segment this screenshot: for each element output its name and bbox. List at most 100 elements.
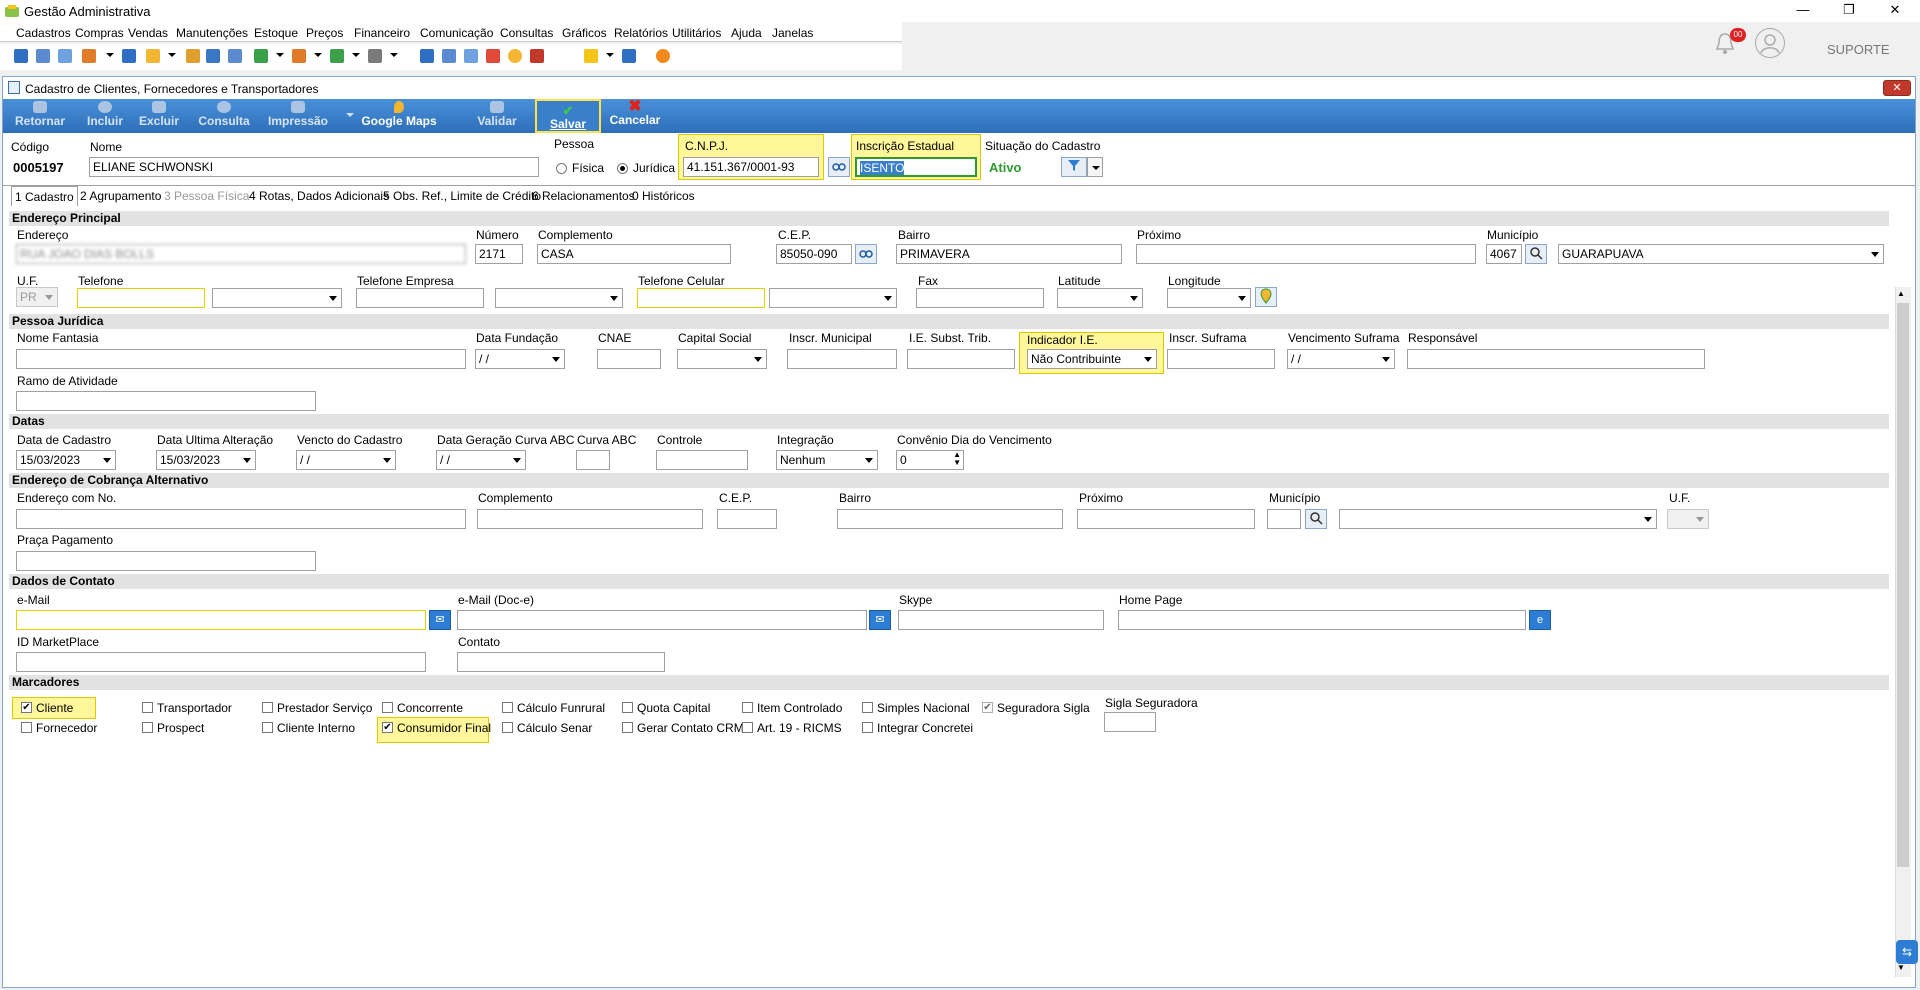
toolbar-schedule-icon[interactable] [486,49,500,63]
quota-capital-checkbox[interactable] [622,702,633,713]
tab-relacionamentos[interactable]: 6 Relacionamentos [529,186,638,206]
ie-subst-input[interactable] [907,349,1015,369]
restore-button[interactable]: ❐ [1826,0,1872,22]
homepage-input[interactable] [1118,610,1526,630]
toolbar-report-icon[interactable] [530,49,544,63]
fax-input[interactable] [916,288,1044,308]
calculo-funrural-checkbox[interactable] [502,702,513,713]
menu-consultas[interactable]: Consultas [500,26,553,40]
gerar-contato-crm-checkbox[interactable] [622,722,633,733]
curva-abc-input[interactable] [576,450,610,470]
simples-nacional-checkbox[interactable] [862,702,873,713]
toolbar-folder-icon[interactable] [146,49,160,63]
tab-pessoa-fisica[interactable]: 3 Pessoa Física [161,186,252,206]
sigla-seguradora-input[interactable] [1104,712,1156,732]
incluir-button[interactable]: Incluir [83,101,127,131]
controle-input[interactable] [656,450,748,470]
toolbar-table-icon[interactable] [442,49,456,63]
proximo-input[interactable] [1136,244,1476,264]
ramo-input[interactable] [16,391,316,411]
data-fundacao-select[interactable]: / / [475,349,565,369]
toolbar-dropdown-icon[interactable] [314,53,322,57]
id-marketplace-input[interactable] [16,652,426,672]
salvar-button[interactable]: ✔ Salvar [535,99,601,133]
juridica-radio[interactable] [617,163,628,174]
minimize-button[interactable]: — [1780,0,1826,22]
ie-input[interactable]: ISENTO [855,157,977,177]
toolbar-list-icon[interactable] [82,49,96,63]
impressao-dropdown-icon[interactable] [346,113,354,117]
fornecedor-checkbox[interactable] [21,722,32,733]
toolbar-power-icon[interactable] [656,49,670,63]
toolbar-card-icon[interactable] [58,49,72,63]
cob-municipio-select[interactable] [1339,509,1657,529]
menu-manutencoes[interactable]: Manutenções [176,26,248,40]
retornar-button[interactable]: Retornar [13,101,67,131]
concorrente-checkbox[interactable] [382,702,393,713]
indicador-ie-select[interactable]: Não Contribuinte [1027,349,1157,369]
cnae-input[interactable] [597,349,661,369]
toolbar-calendar-30-icon[interactable] [464,49,478,63]
menu-janelas[interactable]: Janelas [772,26,813,40]
nome-input[interactable]: ELIANE SCHWONSKI [89,157,539,177]
excluir-button[interactable]: Excluir [137,101,181,131]
cancelar-button[interactable]: ✖ Cancelar [607,99,663,131]
inscr-municipal-input[interactable] [787,349,897,369]
telefone-input[interactable] [77,288,205,308]
situacao-dropdown[interactable] [1087,157,1103,177]
data-curva-select[interactable]: / / [436,450,526,470]
impressao-button[interactable]: Impressão [265,101,331,131]
homepage-open-button[interactable]: e [1529,610,1551,630]
menu-compras[interactable]: Compras [75,26,124,40]
menu-relatorios[interactable]: Relatórios [614,26,668,40]
item-controlado-checkbox[interactable] [742,702,753,713]
toolbar-dropdown-icon[interactable] [352,53,360,57]
close-app-button[interactable]: ✕ [1872,0,1918,22]
menu-graficos[interactable]: Gráficos [562,26,607,40]
cnpj-search-button[interactable] [828,157,850,177]
latitude-select[interactable] [1057,288,1143,308]
cob-bairro-input[interactable] [837,509,1063,529]
validar-button[interactable]: Validar [471,101,523,131]
menu-vendas[interactable]: Vendas [128,26,168,40]
cnpj-input[interactable]: 41.151.367/0001-93 [683,157,819,177]
data-ultima-select[interactable]: 15/03/2023 [156,450,256,470]
consulta-button[interactable]: Consulta [195,101,253,131]
municipio-code-input[interactable]: 4067 [1486,244,1522,264]
convenio-stepper[interactable]: 0 ▲ ▼ [896,450,964,470]
numero-input[interactable]: 2171 [475,244,523,264]
cob-proximo-input[interactable] [1077,509,1255,529]
skype-input[interactable] [898,610,1104,630]
transportador-checkbox[interactable] [142,702,153,713]
stepper-arrows-icon[interactable]: ▲ ▼ [953,451,961,467]
menu-financeiro[interactable]: Financeiro [354,26,410,40]
inscr-suframa-input[interactable] [1167,349,1275,369]
responsavel-input[interactable] [1407,349,1705,369]
toolbar-dropdown-icon[interactable] [276,53,284,57]
toolbar-print-icon[interactable] [368,49,382,63]
cob-municipio-search-button[interactable] [1305,509,1327,529]
toolbar-document-icon[interactable] [122,49,136,63]
consumidor-final-checkbox[interactable] [382,722,393,733]
email-input[interactable] [16,610,426,630]
menu-cadastros[interactable]: Cadastros [16,26,71,40]
praca-input[interactable] [16,551,316,571]
integrar-concreteira-checkbox[interactable] [862,722,873,733]
scroll-up-icon[interactable]: ▲ [1897,289,1905,298]
cob-endereco-input[interactable] [16,509,466,529]
teamviewer-icon[interactable]: ⇆ [1896,940,1918,964]
telefone-empresa-type-select[interactable] [495,288,623,308]
tab-historicos[interactable]: 0 Históricos [629,186,698,206]
menu-estoque[interactable]: Estoque [254,26,298,40]
vencto-select[interactable]: / / [296,450,396,470]
toolbar-dropdown-icon[interactable] [106,53,114,57]
menu-ajuda[interactable]: Ajuda [731,26,762,40]
prospect-checkbox[interactable] [142,722,153,733]
fisica-radio[interactable] [556,163,567,174]
municipio-search-button[interactable] [1525,244,1547,264]
email-send-button[interactable]: ✉ [429,610,451,630]
cob-municipio-code-input[interactable] [1267,509,1301,529]
cep-input[interactable]: 85050-090 [776,244,852,264]
toolbar-cart-icon[interactable] [254,49,268,63]
scroll-down-icon[interactable]: ▼ [1897,963,1905,972]
